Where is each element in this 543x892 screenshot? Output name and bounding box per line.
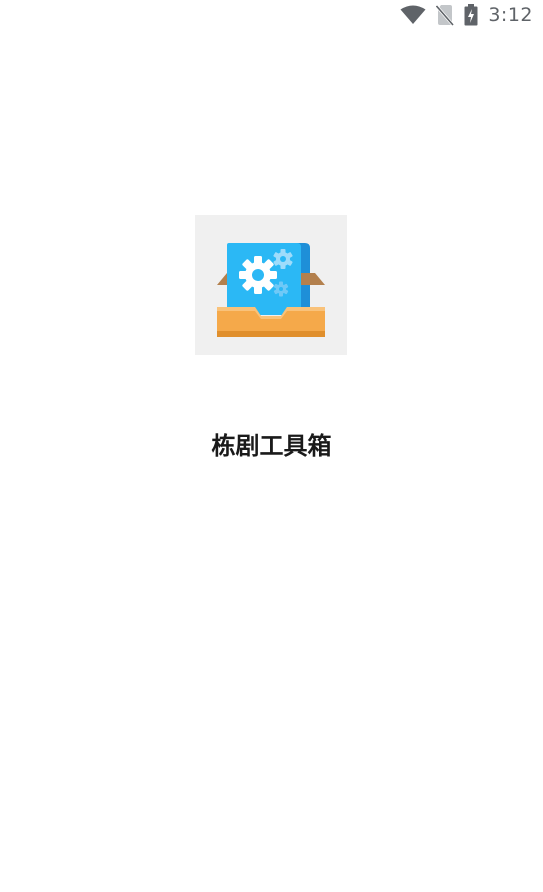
battery-charging-icon [464, 4, 478, 26]
splash-screen: 3:12 栋剧工具箱 [0, 0, 543, 892]
status-bar: 3:12 [0, 0, 543, 30]
status-icons: 3:12 [400, 3, 533, 27]
app-name: 栋剧工具箱 [211, 432, 332, 460]
status-time: 3:12 [488, 4, 533, 26]
toolbox-gear-icon [195, 215, 347, 355]
wifi-icon [400, 5, 426, 25]
no-sim-icon [436, 4, 455, 26]
